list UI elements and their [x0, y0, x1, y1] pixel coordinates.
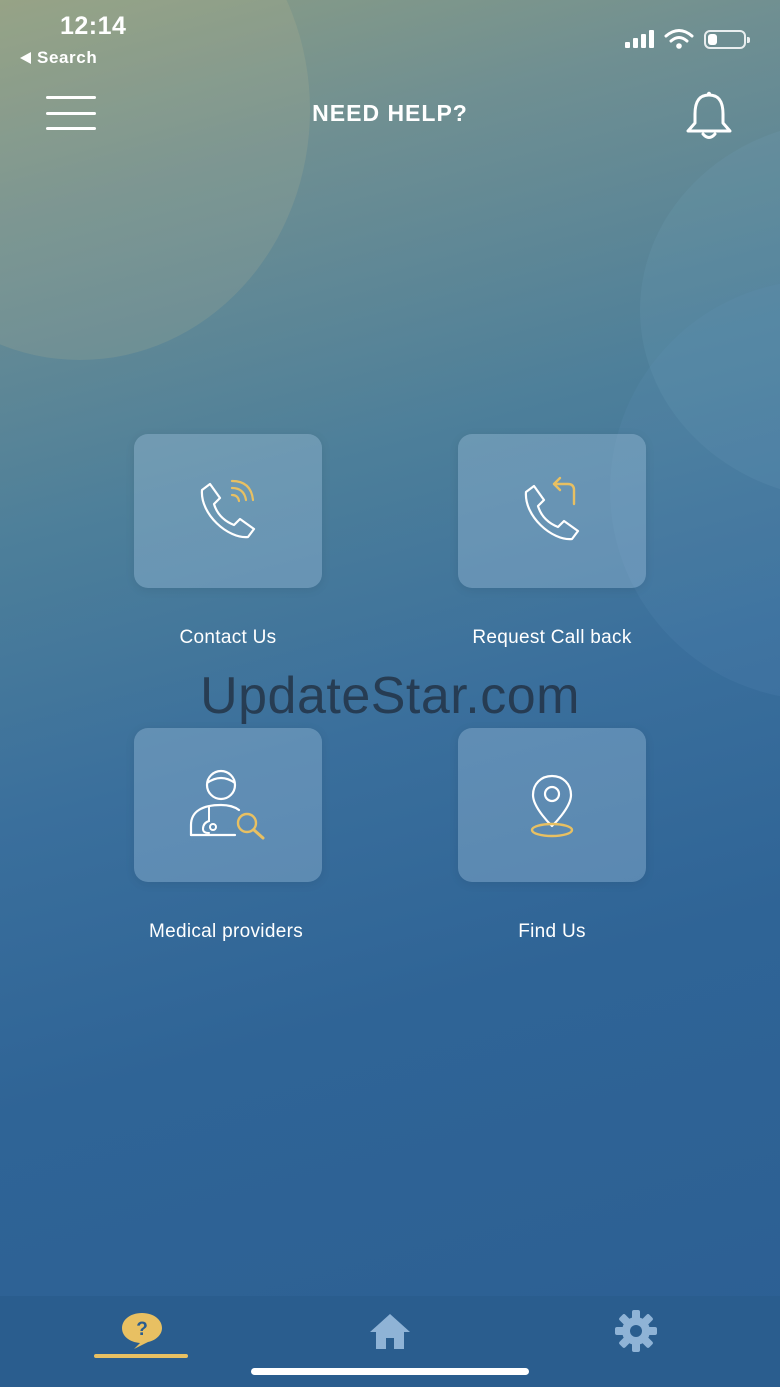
hamburger-menu-icon [46, 96, 96, 99]
status-icons [625, 28, 750, 50]
battery-icon [704, 29, 750, 49]
back-label: Search [37, 48, 98, 67]
wifi-icon [664, 29, 694, 49]
contact-us-label[interactable]: Contact Us [98, 627, 358, 649]
nav-settings-tab[interactable] [576, 1296, 696, 1366]
request-call-back-label[interactable]: Request Call back [422, 627, 682, 649]
notifications-button[interactable] [682, 90, 736, 142]
page-title: NEED HELP? [312, 100, 468, 126]
help-bubble-icon: ? [122, 1313, 162, 1349]
home-indicator[interactable] [251, 1368, 529, 1375]
phone-callback-icon [524, 476, 580, 541]
request-call-back-tile[interactable] [458, 434, 646, 588]
help-screen: 12:14 Search NEED HELP? Contact Us Reque… [0, 0, 780, 1387]
find-us-tile[interactable] [458, 728, 646, 882]
svg-text:?: ? [136, 1319, 148, 1340]
back-to-search-link[interactable]: Search [20, 48, 97, 68]
active-tab-indicator [94, 1354, 188, 1358]
phone-ringing-icon [200, 479, 256, 539]
location-pin-icon [530, 774, 574, 838]
doctor-search-icon [189, 769, 265, 840]
find-us-label[interactable]: Find Us [422, 921, 682, 943]
decor-circle [640, 120, 780, 500]
home-icon [370, 1314, 410, 1349]
gear-icon [615, 1310, 657, 1352]
contact-us-tile[interactable] [134, 434, 322, 588]
cell-signal-icon [625, 30, 654, 48]
nav-home-tab[interactable] [330, 1296, 450, 1366]
bell-icon [686, 91, 732, 139]
medical-providers-label[interactable]: Medical providers [96, 921, 356, 943]
watermark: UpdateStar.com [200, 667, 580, 725]
medical-providers-tile[interactable] [134, 728, 322, 882]
status-time: 12:14 [60, 12, 127, 40]
back-arrow-icon [20, 52, 31, 64]
